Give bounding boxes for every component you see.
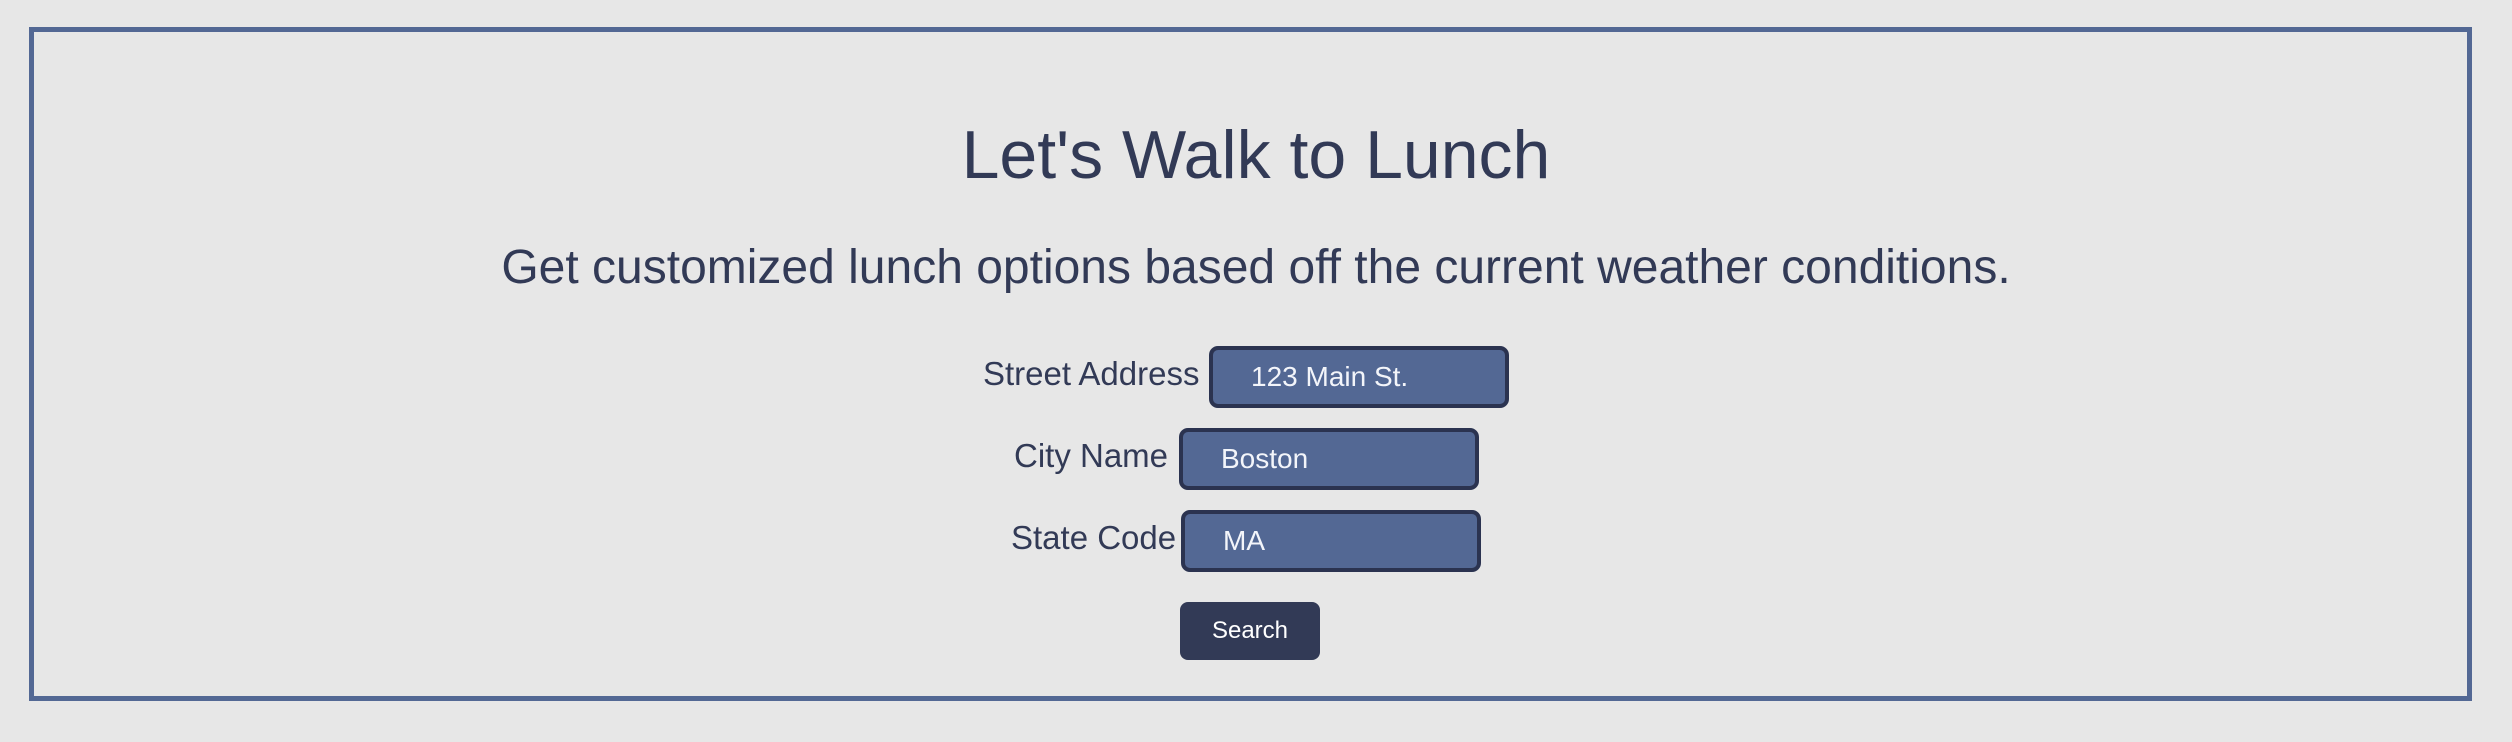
state-code-input[interactable] (1181, 510, 1481, 572)
street-address-label: Street Address (983, 355, 1200, 392)
street-address-input[interactable] (1209, 346, 1509, 408)
state-code-label: State Code (1011, 519, 1177, 556)
page-title: Let's Walk to Lunch (961, 117, 1551, 193)
city-name-label: City Name (1014, 437, 1169, 474)
city-name-input[interactable] (1179, 428, 1479, 490)
page-subtitle: Get customized lunch options based off t… (501, 241, 2011, 294)
search-button[interactable]: Search (1180, 602, 1320, 660)
